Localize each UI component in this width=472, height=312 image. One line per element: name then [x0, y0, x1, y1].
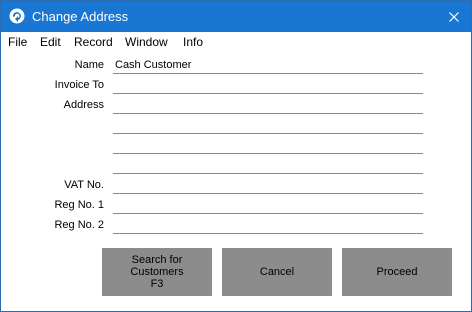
name-label: Name [74, 59, 104, 71]
cancel-button-label: Cancel [259, 266, 295, 278]
address-line-4-field[interactable] [113, 156, 423, 174]
proceed-button-label: Proceed [376, 266, 418, 278]
address-form: Name Cash Customer Invoice To Address VA… [1, 52, 471, 242]
vat-no-field[interactable] [113, 176, 423, 194]
menu-file[interactable]: File [8, 35, 27, 49]
menu-info[interactable]: Info [183, 35, 203, 49]
search-customers-button[interactable]: Search for Customers F3 [102, 248, 212, 296]
address-label: Address [63, 99, 104, 111]
menu-window[interactable]: Window [125, 35, 168, 49]
title-bar: Change Address [1, 1, 471, 32]
app-logo-icon [9, 8, 25, 24]
address-line-1-field[interactable] [113, 96, 423, 114]
reg-no-1-label: Reg No. 1 [54, 199, 104, 211]
close-button[interactable] [437, 1, 471, 32]
address-line-2-field[interactable] [113, 116, 423, 134]
reg-no-2-label: Reg No. 2 [54, 219, 104, 231]
address-line-3-field[interactable] [113, 136, 423, 154]
window-title: Change Address [32, 9, 129, 24]
cancel-button[interactable]: Cancel [222, 248, 332, 296]
proceed-button[interactable]: Proceed [342, 248, 452, 296]
invoice-to-field[interactable] [113, 76, 423, 94]
search-customers-button-label: Search for Customers F3 [130, 254, 184, 290]
menu-bar: File Edit Record Window Info [1, 32, 471, 52]
reg-no-2-field[interactable] [113, 216, 423, 234]
menu-record[interactable]: Record [74, 35, 113, 49]
invoice-to-label: Invoice To [54, 79, 104, 91]
close-icon [449, 11, 459, 22]
name-field[interactable]: Cash Customer [113, 56, 423, 74]
menu-edit[interactable]: Edit [40, 35, 61, 49]
reg-no-1-field[interactable] [113, 196, 423, 214]
vat-no-label: VAT No. [64, 179, 104, 191]
change-address-window: Change Address File Edit Record Window I… [0, 0, 472, 312]
